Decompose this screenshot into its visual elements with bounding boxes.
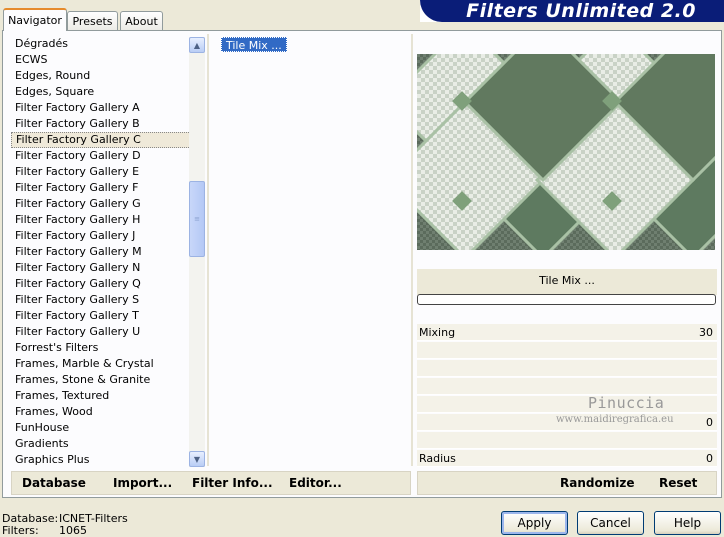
slider-empty-7[interactable]	[417, 432, 717, 449]
category-item[interactable]: Frames, Wood	[11, 404, 191, 420]
chevron-down-icon: ▼	[193, 454, 201, 464]
grip-icon: ≡	[194, 215, 200, 223]
scroll-up-button[interactable]: ▲	[189, 37, 205, 53]
category-item[interactable]: Filter Factory Gallery U	[11, 324, 191, 340]
category-item[interactable]: Filter Factory Gallery G	[11, 196, 191, 212]
scroll-down-button[interactable]: ▼	[189, 451, 205, 467]
randomize-button[interactable]: Randomize	[560, 476, 634, 490]
scroll-thumb[interactable]: ≡	[189, 181, 205, 257]
status-filters: Filters: 1065	[2, 524, 87, 537]
app-title-banner: Filters Unlimited 2.0	[420, 0, 724, 22]
category-list[interactable]: Dégradés ECWS Edges, Round Edges, Square Fil…	[11, 36, 191, 466]
left-toolbar: Database Import... Filter Info... Editor…	[11, 471, 411, 495]
category-item[interactable]: Filter Factory Gallery C	[11, 132, 191, 148]
category-item[interactable]: Filter Factory Gallery J	[11, 228, 191, 244]
category-item[interactable]: Filter Factory Gallery S	[11, 292, 191, 308]
reset-button[interactable]: Reset	[659, 476, 697, 490]
slider-empty-5[interactable]	[417, 396, 717, 413]
category-item[interactable]: Filter Factory Gallery D	[11, 148, 191, 164]
category-item[interactable]: Filter Factory Gallery H	[11, 212, 191, 228]
watermark-name: Pinuccia	[588, 394, 665, 412]
navigator-panel: Dégradés ECWS Edges, Round Edges, Square Fil…	[2, 30, 722, 498]
slider-empty-3[interactable]	[417, 360, 717, 377]
category-item[interactable]: Filter Factory Gallery Q	[11, 276, 191, 292]
slider-radius[interactable]: Radius 0	[417, 450, 717, 467]
category-scrollbar[interactable]: ▲ ≡ ▼	[189, 37, 205, 467]
preview-pattern	[417, 54, 715, 250]
param-label: Radius	[419, 452, 456, 465]
slider-empty-2[interactable]	[417, 342, 717, 359]
slider-mixing[interactable]: Mixing 30	[417, 324, 717, 341]
category-item[interactable]: Frames, Marble & Crystal	[11, 356, 191, 372]
param-value: 0	[706, 452, 713, 465]
category-item[interactable]: Forrest's Filters	[11, 340, 191, 356]
editor-button[interactable]: Editor...	[289, 476, 342, 490]
category-item[interactable]: Filter Factory Gallery E	[11, 164, 191, 180]
tab-navigator[interactable]: Navigator	[3, 8, 67, 31]
category-item[interactable]: ECWS	[11, 52, 191, 68]
category-item[interactable]: Edges, Round	[11, 68, 191, 84]
category-item[interactable]: Filter Factory Gallery N	[11, 260, 191, 276]
app-title: Filters Unlimited 2.0	[466, 0, 696, 22]
tab-presets[interactable]: Presets	[67, 11, 118, 30]
category-item[interactable]: Frames, Stone & Granite	[11, 372, 191, 388]
category-item[interactable]: Filter Factory Gallery M	[11, 244, 191, 260]
param-value: 30	[699, 326, 713, 339]
category-item[interactable]: Filter Factory Gallery T	[11, 308, 191, 324]
category-item[interactable]: Filter Factory Gallery B	[11, 116, 191, 132]
import-button[interactable]: Import...	[113, 476, 172, 490]
help-button[interactable]: Help	[654, 511, 721, 535]
category-item[interactable]: Filter Factory Gallery F	[11, 180, 191, 196]
category-item[interactable]: Graphics Plus	[11, 452, 191, 466]
filter-info-button[interactable]: Filter Info...	[192, 476, 273, 490]
category-item[interactable]: Dégradés	[11, 36, 191, 52]
tab-about[interactable]: About	[120, 11, 163, 30]
status-value: 1065	[59, 524, 87, 537]
apply-button[interactable]: Apply	[501, 511, 568, 535]
category-item[interactable]: Edges, Square	[11, 84, 191, 100]
param-value: 0	[706, 416, 713, 429]
column-divider	[411, 34, 413, 466]
slider-empty-4[interactable]	[417, 378, 717, 395]
filter-name-label: Tile Mix ...	[417, 269, 717, 295]
category-item[interactable]: Frames, Textured	[11, 388, 191, 404]
category-item[interactable]: FunHouse	[11, 420, 191, 436]
column-divider	[207, 34, 209, 466]
right-toolbar: Randomize Reset	[417, 471, 717, 495]
preview-image	[417, 54, 715, 250]
status-label: Filters:	[2, 524, 39, 537]
param-label: Mixing	[419, 326, 456, 339]
filter-list-item[interactable]: Tile Mix ...	[221, 37, 287, 52]
cancel-button[interactable]: Cancel	[577, 511, 644, 535]
database-button[interactable]: Database	[22, 476, 86, 490]
progress-bar	[417, 294, 716, 305]
chevron-up-icon: ▲	[193, 40, 201, 50]
category-item[interactable]: Gradients	[11, 436, 191, 452]
watermark-url: www.maidiregrafica.eu	[556, 414, 674, 425]
category-item[interactable]: Filter Factory Gallery A	[11, 100, 191, 116]
